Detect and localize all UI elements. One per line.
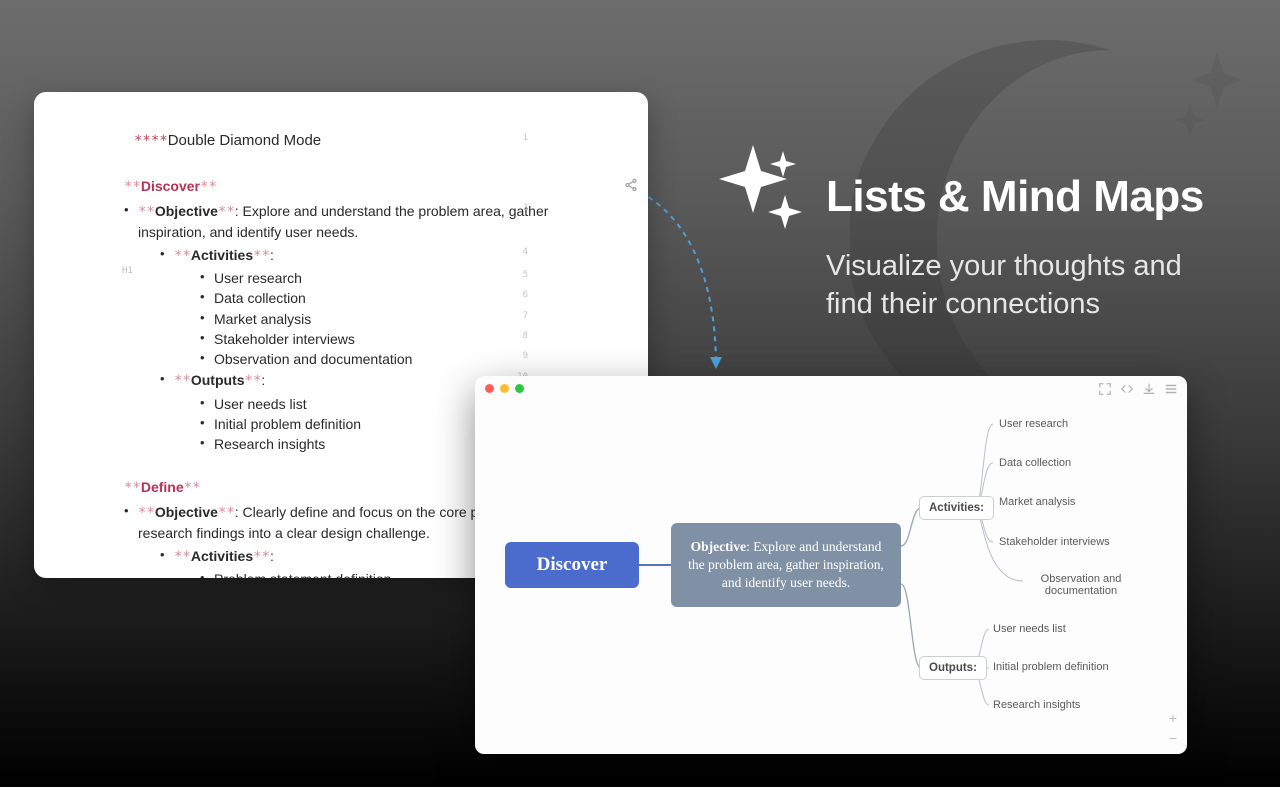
mindmap-leaf[interactable]: Observation and documentation — [1031, 573, 1131, 597]
mindmap-leaf[interactable]: Market analysis — [999, 496, 1075, 508]
list-item: Data collection6 — [200, 288, 590, 308]
sparkle-icon — [713, 145, 813, 245]
mindmap-outputs-node[interactable]: Outputs: — [919, 656, 987, 680]
section-heading: Define — [141, 479, 184, 495]
zoom-out-button[interactable]: − — [1169, 730, 1177, 746]
line-number: 3 — [523, 202, 528, 215]
markdown-syntax: ** — [200, 179, 217, 195]
mindmap-root-node[interactable]: Discover — [505, 542, 639, 588]
markdown-syntax: ** — [124, 179, 141, 195]
mindmap-window: Discover Objective: Explore and understa… — [475, 376, 1187, 754]
list-item: Observation and documentation9 — [200, 349, 590, 369]
mindmap-leaf[interactable]: Research insights — [993, 699, 1080, 711]
line-number: 4 — [523, 246, 528, 259]
list-item: Market analysis7 — [200, 309, 590, 329]
markdown-syntax: ** — [184, 480, 201, 496]
mindmap-activities-node[interactable]: Activities: — [919, 496, 994, 520]
markdown-syntax: ** — [124, 480, 141, 496]
share-icon[interactable] — [624, 177, 638, 191]
mindmap-leaf[interactable]: Stakeholder interviews — [999, 536, 1110, 548]
document-title: Double Diamond Mode — [168, 132, 321, 149]
sparkle-icon — [1172, 48, 1242, 148]
list-item: User research5 — [200, 268, 590, 288]
line-number: 1 — [523, 132, 528, 145]
section-heading: Discover — [141, 178, 200, 194]
mindmap-leaf[interactable]: User research — [999, 418, 1068, 430]
hero-subtitle: Visualize your thoughts and find their c… — [826, 248, 1226, 323]
list-item: Stakeholder interviews8 — [200, 329, 590, 349]
mindmap-leaf[interactable]: Data collection — [999, 457, 1071, 469]
zoom-in-button[interactable]: + — [1169, 710, 1177, 726]
list-item: **Activities**: 4 User research5 Data co… — [160, 245, 590, 370]
hero-title: Lists & Mind Maps — [826, 172, 1204, 222]
mindmap-objective-node[interactable]: Objective: Explore and understand the pr… — [671, 523, 901, 607]
markdown-syntax: **** — [134, 133, 168, 149]
mindmap-leaf[interactable]: User needs list — [993, 623, 1066, 635]
mindmap-leaf[interactable]: Initial problem definition — [993, 661, 1109, 673]
mindmap-canvas[interactable]: Discover Objective: Explore and understa… — [475, 376, 1187, 754]
